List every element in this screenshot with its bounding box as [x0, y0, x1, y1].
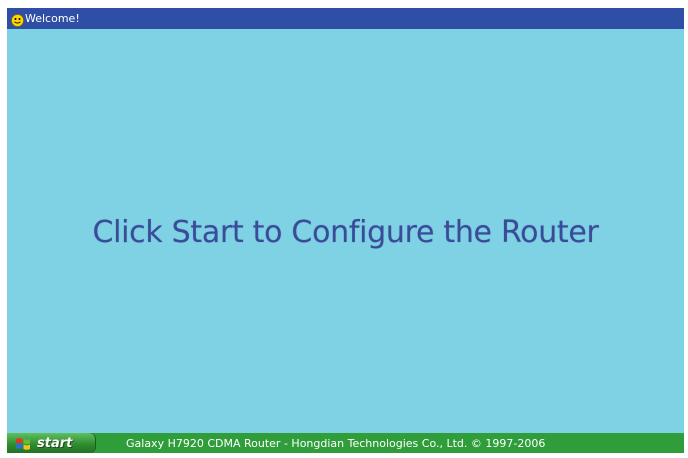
start-label: start: [37, 435, 73, 451]
welcome-window: Welcome! Click Start to Configure the Ro…: [7, 8, 684, 453]
windows-flag-icon: [15, 436, 31, 450]
start-button[interactable]: start: [7, 433, 96, 453]
footer-copyright: Galaxy H7920 CDMA Router - Hongdian Tech…: [126, 436, 546, 450]
title-bar: Welcome!: [7, 8, 684, 29]
smiley-icon: [11, 12, 24, 27]
window-title: Welcome!: [25, 12, 80, 25]
taskbar: start Galaxy H7920 CDMA Router - Hongdia…: [7, 433, 684, 453]
main-content: Click Start to Configure the Router: [7, 29, 684, 433]
page-headline: Click Start to Configure the Router: [92, 214, 599, 250]
